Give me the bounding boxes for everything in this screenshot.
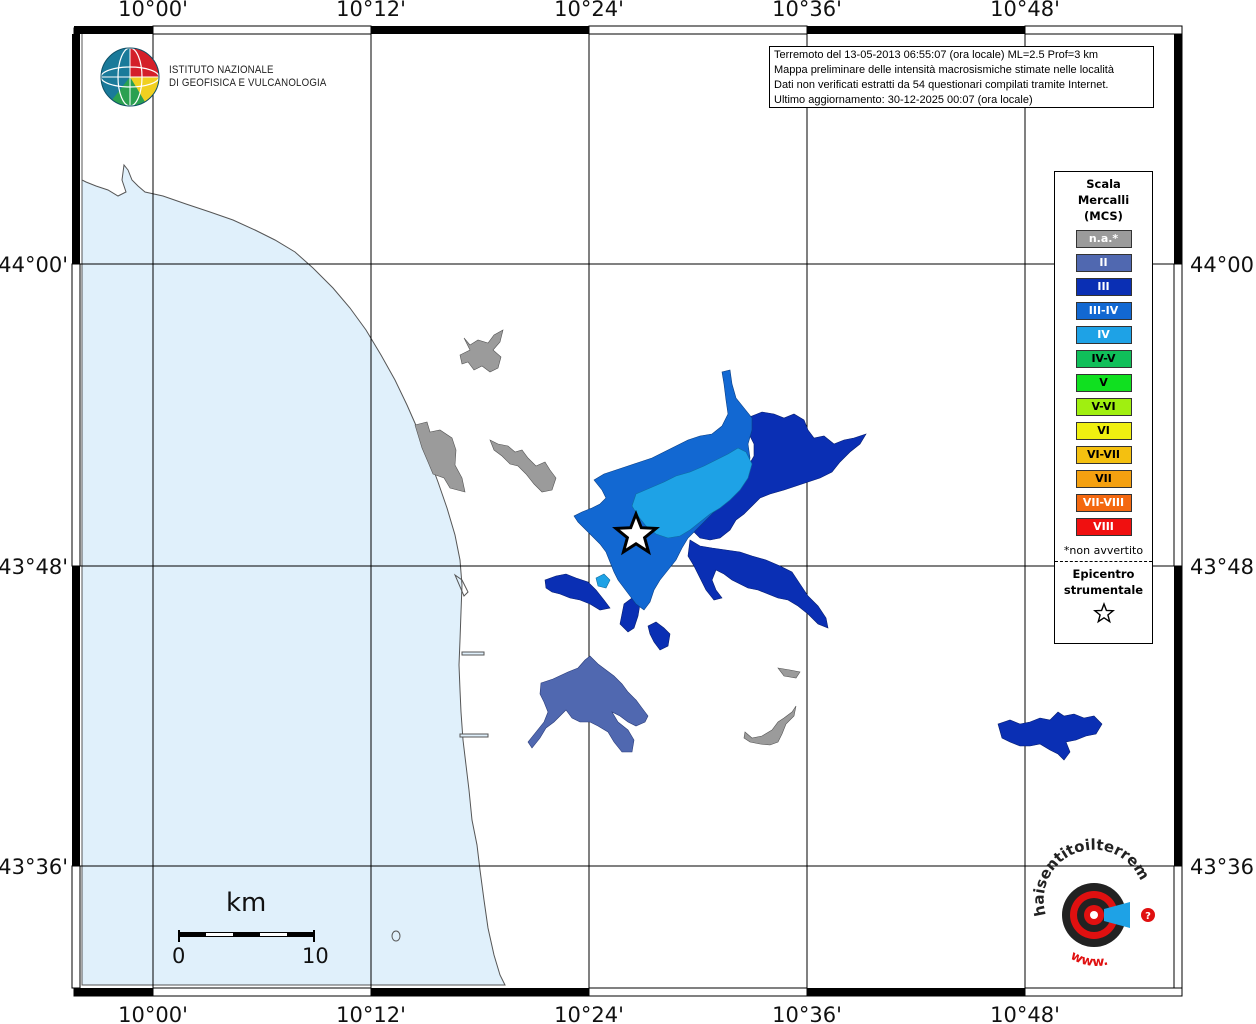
legend-item: IV	[1075, 326, 1132, 344]
event-info-line3: Dati non verificati estratti da 54 quest…	[774, 79, 1109, 91]
lat-label-right-3: 43°36'	[1190, 855, 1256, 879]
event-info-line4: Ultimo aggiornamento: 30-12-2025 00:07 (…	[774, 94, 1033, 106]
lon-label-top-1: 10°00'	[118, 0, 188, 21]
event-info-line1: Terremoto del 13-05-2013 06:55:07 (ora l…	[774, 49, 1099, 61]
legend-item: V-VI	[1075, 398, 1132, 416]
lon-label-bottom-5: 10°48'	[990, 1003, 1060, 1024]
lon-label-top-3: 10°24'	[554, 0, 624, 21]
globe-icon	[100, 47, 160, 107]
legend-epicenter-line1: Epicentro	[1072, 567, 1135, 581]
legend-epicenter-title: Epicentro strumentale	[1055, 566, 1152, 598]
legend-item: VI	[1075, 422, 1132, 440]
legend-items: n.a.* II III III-IV IV IV-V V V-VI VI VI-VII VII VI…	[1055, 230, 1152, 536]
legend-item: III-IV	[1075, 302, 1132, 320]
legend-item: V	[1075, 374, 1132, 392]
event-info-line2: Mappa preliminare delle intensità macros…	[774, 64, 1114, 76]
legend-item: VII-VIII	[1075, 494, 1132, 512]
legend-title-line2: Mercalli	[1077, 193, 1130, 207]
legend-item: VII	[1075, 470, 1132, 488]
legend-note: *non avvertito	[1063, 544, 1144, 557]
legend-item: II	[1075, 254, 1132, 272]
legend-item: III	[1075, 278, 1132, 296]
institute-name-line1: ISTITUTO NAZIONALE	[169, 64, 274, 76]
lon-label-top-4: 10°36'	[772, 0, 842, 21]
lon-label-bottom-1: 10°00'	[118, 1003, 188, 1024]
svg-text:?: ?	[1145, 911, 1151, 922]
intensity-legend: Scala Mercalli (MCS) n.a.* II III III-IV IV I…	[1054, 171, 1153, 644]
event-info-box: Terremoto del 13-05-2013 06:55:07 (ora l…	[769, 46, 1154, 108]
lat-label-left-3: 43°36'	[0, 855, 68, 879]
lat-label-right-1: 44°00'	[1190, 253, 1256, 277]
scale-end: 10	[302, 944, 329, 968]
lat-label-right-2: 43°48'	[1190, 555, 1256, 579]
legend-separator	[1055, 561, 1152, 562]
scale-unit: km	[226, 888, 267, 918]
lon-label-bottom-3: 10°24'	[554, 1003, 624, 1024]
scale-start: 0	[172, 944, 186, 968]
lon-label-bottom-2: 10°12'	[336, 1003, 406, 1024]
legend-item: IV-V	[1075, 350, 1132, 368]
lon-label-top-5: 10°48'	[990, 0, 1060, 21]
lat-label-left-2: 43°48'	[0, 555, 68, 579]
lon-label-bottom-4: 10°36'	[772, 1003, 842, 1024]
lon-label-top-2: 10°12'	[336, 0, 406, 21]
institute-name: ISTITUTO NAZIONALE DI GEOFISICA E VULCAN…	[169, 64, 327, 90]
legend-item: VIII	[1075, 518, 1132, 536]
legend-title-line3: (MCS)	[1084, 209, 1123, 223]
legend-title-line1: Scala	[1086, 177, 1121, 191]
legend-item: n.a.*	[1075, 230, 1132, 248]
institute-name-line2: DI GEOFISICA E VULCANOLOGIA	[169, 77, 327, 89]
lat-label-left-1: 44°00'	[0, 253, 68, 277]
legend-item: VI-VII	[1075, 446, 1132, 464]
legend-epicenter-line2: strumentale	[1063, 583, 1144, 597]
star-icon	[1055, 602, 1152, 628]
legend-title: Scala Mercalli (MCS)	[1055, 176, 1152, 224]
